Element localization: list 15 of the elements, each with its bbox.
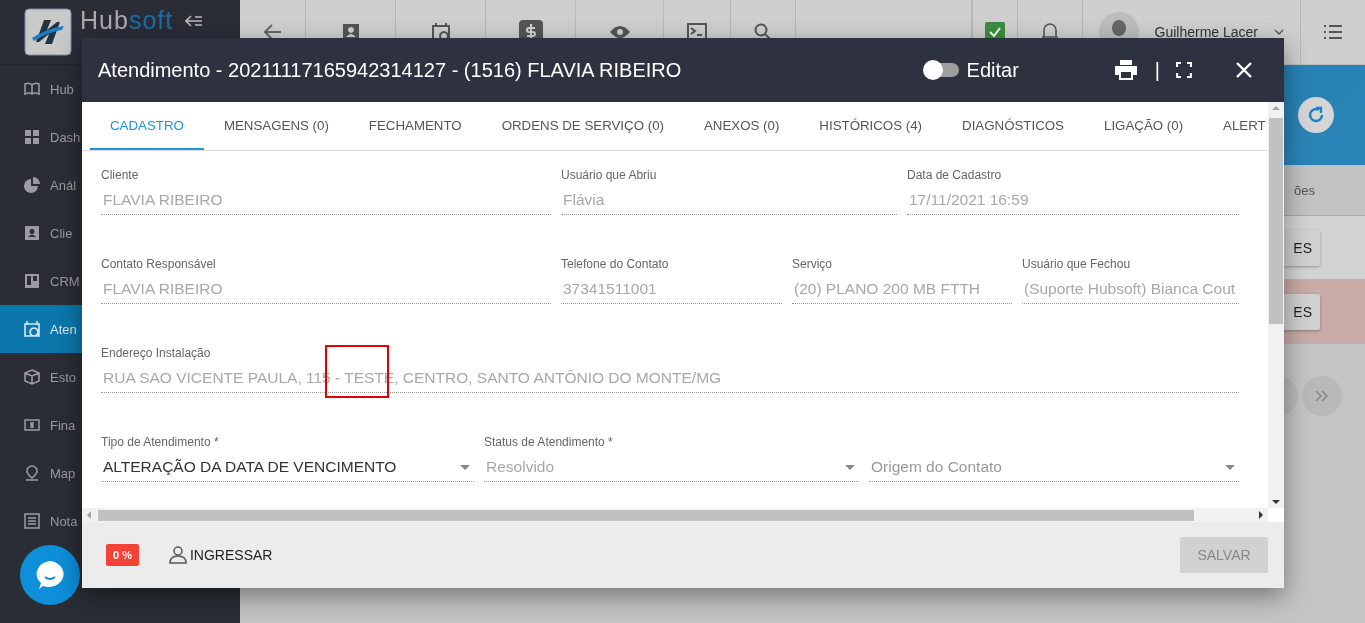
field-label: Tipo de Atendimento * <box>101 435 220 450</box>
field-label: Serviço <box>792 257 833 272</box>
field-label: Status de Atendimento * <box>484 435 614 450</box>
field-label: Telefone do Contato <box>561 257 670 272</box>
toggle-label: Editar <box>966 58 1019 82</box>
separator-text: | <box>1154 58 1160 82</box>
field-label: Usuário que Fechou <box>1022 257 1132 272</box>
field-label: Cliente <box>101 168 140 183</box>
field-label: Endereço Instalação <box>101 346 212 361</box>
field-label: Usuário que Abriu <box>561 168 658 183</box>
dialog-title: Atendimento - 20211117165942314127 - (1516) FLAVIA RIBEIRO <box>98 58 683 82</box>
logo-text: Hubsoft <box>80 6 174 34</box>
progress-badge: 0 % <box>106 544 139 566</box>
field-label: Data de Cadastro <box>907 168 1003 183</box>
field-label: Contato Responsável <box>101 257 217 272</box>
